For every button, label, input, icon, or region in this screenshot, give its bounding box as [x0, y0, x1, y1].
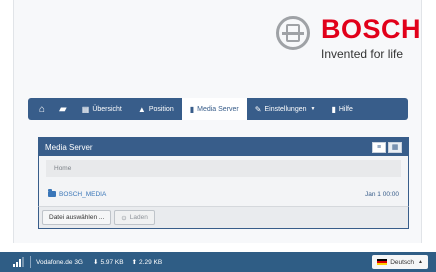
- home-icon: ⌂: [39, 103, 46, 115]
- network-name: Vodafone.de 3G: [36, 258, 83, 266]
- book-icon: ▮: [331, 104, 336, 114]
- language-label: Deutsch: [390, 258, 415, 266]
- nav-overview-label: Übersicht: [92, 105, 122, 113]
- language-select[interactable]: Deutsch ▲: [372, 255, 428, 269]
- nav-help[interactable]: ▮ Hilfe: [323, 98, 360, 120]
- nav-home[interactable]: ⌂: [32, 98, 52, 120]
- brand-header: BOSCH Invented for life: [276, 14, 426, 70]
- list-icon: ≡: [376, 143, 382, 151]
- grid-icon: ▦: [391, 144, 399, 151]
- chat-icon: ▰: [59, 103, 67, 115]
- grid-icon: ▦: [81, 104, 90, 114]
- nav-position[interactable]: ▲ Position: [130, 98, 182, 120]
- file-icon: ▮: [189, 104, 195, 114]
- folder-icon: [48, 189, 56, 197]
- brand-tagline: Invented for life: [321, 47, 404, 61]
- panel-title: Media Server: [45, 142, 93, 152]
- grid-view-button[interactable]: ▦: [388, 141, 402, 153]
- nav-media-server-label: Media Server: [197, 105, 239, 113]
- download-stat: ⬇ 5.97 KB: [93, 258, 124, 267]
- nav-settings[interactable]: ✎ Einstellungen ▼: [247, 98, 324, 120]
- status-bar: Vodafone.de 3G ⬇ 5.97 KB ⬆ 2.29 KB Deuts…: [0, 252, 436, 272]
- upload-stat: ⬆ 2.29 KB: [131, 258, 163, 267]
- nav-help-label: Hilfe: [338, 105, 353, 113]
- caret-down-icon: ▼: [310, 106, 316, 112]
- upload-button[interactable]: ⊙ Laden: [114, 210, 155, 225]
- nav-settings-label: Einstellungen: [264, 105, 307, 113]
- choose-file-label: Datei auswählen ...: [49, 214, 105, 221]
- caret-up-icon: ▲: [418, 259, 423, 265]
- breadcrumb-home[interactable]: Home: [54, 165, 71, 172]
- signal-icon: [13, 257, 24, 267]
- status-divider: [30, 256, 31, 268]
- wrench-icon: ✎: [254, 104, 262, 114]
- file-row[interactable]: BOSCH_MEDIA Jan 1 00:00: [46, 183, 401, 205]
- nav-position-label: Position: [148, 105, 174, 113]
- panel-header: Media Server ≡ ▦: [39, 138, 408, 156]
- panel-actions: Datei auswählen ... ⊙ Laden: [38, 206, 409, 229]
- download-arrow-icon: ⬇: [93, 259, 99, 266]
- german-flag-icon: [377, 258, 388, 266]
- main-nav: ⌂ ▰ ▦ Übersicht ▲ Position ▮ Media Serve…: [28, 98, 408, 120]
- download-value: 5.97 KB: [100, 258, 124, 266]
- nav-chat[interactable]: ▰: [52, 98, 74, 120]
- file-name-label: BOSCH_MEDIA: [59, 190, 107, 198]
- nav-media-server[interactable]: ▮ Media Server: [181, 98, 247, 120]
- upload-value: 2.29 KB: [139, 258, 163, 266]
- file-name[interactable]: BOSCH_MEDIA: [48, 189, 107, 198]
- bosch-logo-icon: [276, 16, 310, 50]
- breadcrumb: Home: [46, 160, 401, 177]
- brand-name: BOSCH: [321, 14, 422, 44]
- upload-icon: ⊙: [121, 214, 127, 222]
- upload-label: Laden: [129, 214, 148, 221]
- nav-overview[interactable]: ▦ Übersicht: [74, 98, 130, 120]
- view-toggle: ≡ ▦: [372, 141, 402, 153]
- choose-file-button[interactable]: Datei auswählen ...: [42, 210, 112, 225]
- position-icon: ▲: [137, 104, 146, 114]
- list-view-button[interactable]: ≡: [372, 141, 386, 153]
- file-date: Jan 1 00:00: [365, 190, 399, 198]
- upload-arrow-icon: ⬆: [131, 259, 138, 266]
